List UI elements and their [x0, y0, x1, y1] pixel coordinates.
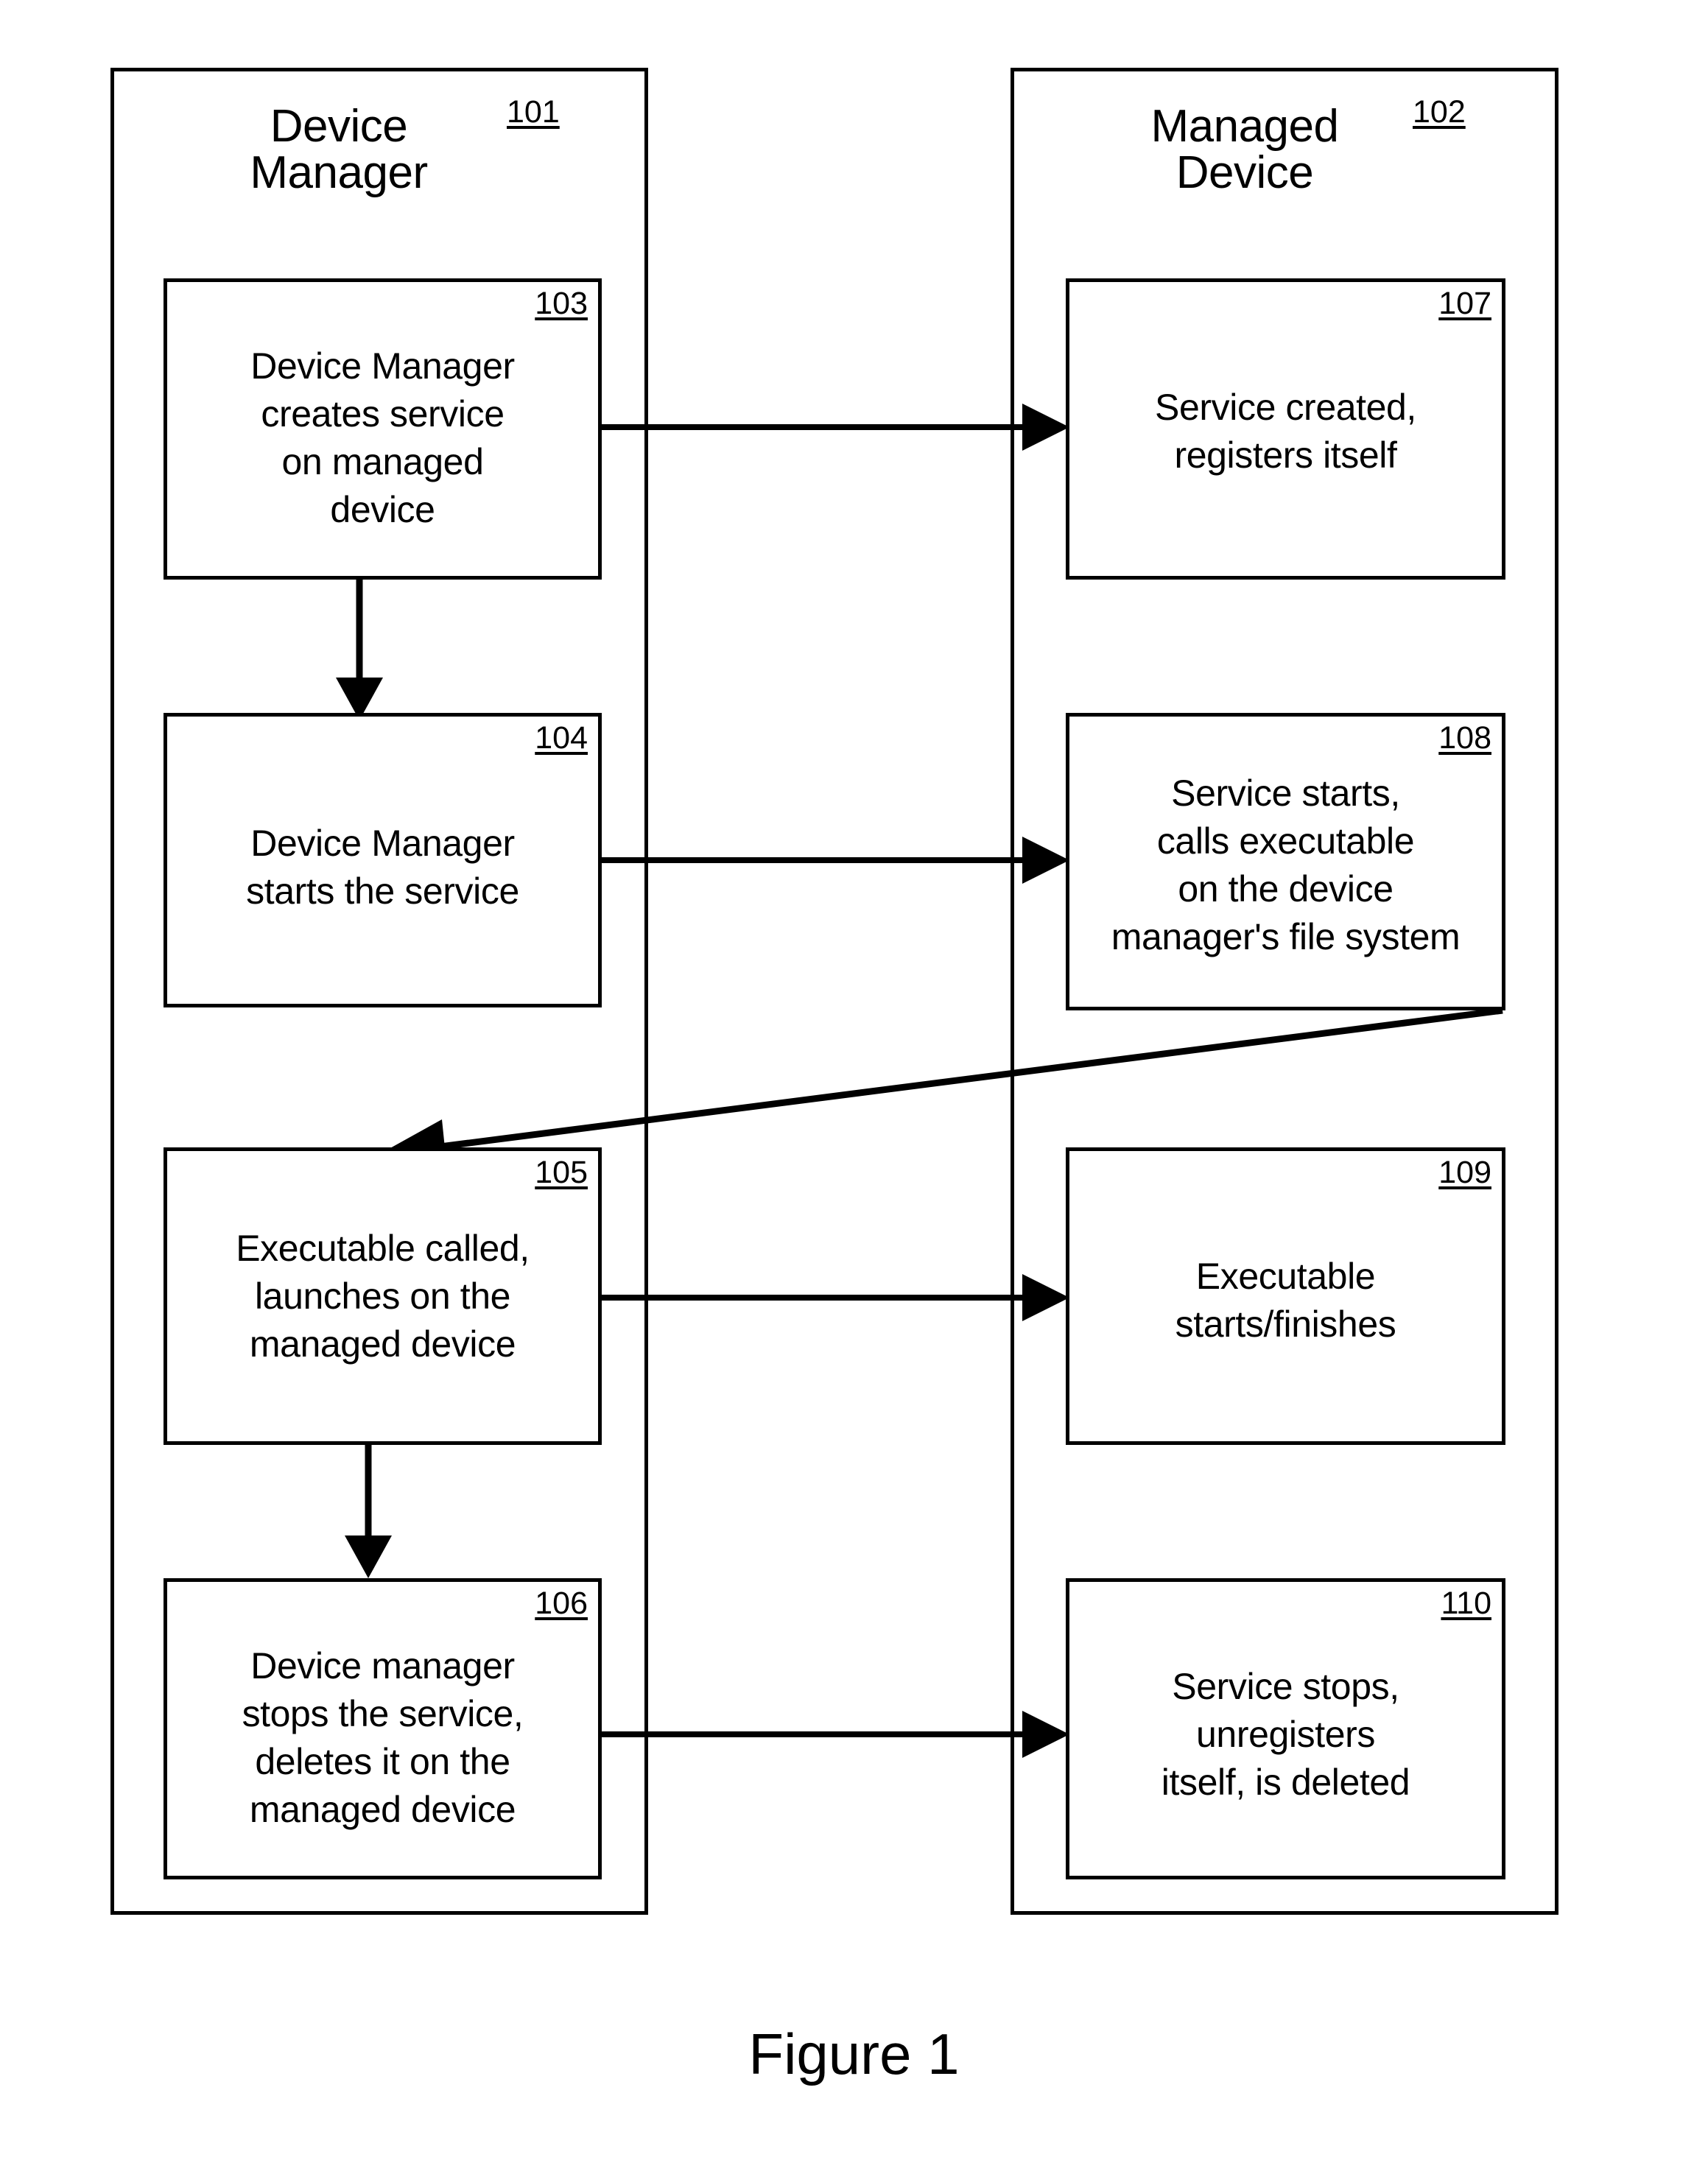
node-105: 105 Executable called, launches on the m… — [164, 1147, 602, 1445]
panel-device-manager-ref: 101 — [507, 94, 560, 130]
node-109: 109 Executable starts/finishes — [1066, 1147, 1505, 1445]
panel-managed-device-title: Managed Device — [1150, 101, 1339, 199]
node-106-label: Device manager stops the service, delete… — [242, 1645, 524, 1830]
figure-caption-line-1: Figure 1 — [748, 2021, 960, 2086]
node-106: 106 Device manager stops the service, de… — [164, 1578, 602, 1879]
node-103-ref: 103 — [535, 286, 588, 321]
node-103: 103 Device Manager creates service on ma… — [164, 278, 602, 580]
node-104-label: Device Manager starts the service — [246, 823, 519, 912]
node-107-label: Service created, registers itself — [1155, 387, 1416, 476]
panel-device-manager-title: Device Manager — [250, 101, 428, 199]
arrow-103-to-107 — [602, 404, 1069, 451]
figure-page: Device Manager 101 Managed Device 102 10… — [0, 0, 1708, 2174]
node-108: 108 Service starts, calls executable on … — [1066, 713, 1505, 1010]
node-110-label: Service stops, unregisters itself, is de… — [1161, 1666, 1410, 1803]
node-110: 110 Service stops, unregisters itself, i… — [1066, 1578, 1505, 1879]
figure-caption-line-2: (Prior Art) — [0, 2164, 1708, 2174]
node-104-ref: 104 — [535, 720, 588, 756]
node-105-label: Executable called, launches on the manag… — [236, 1228, 530, 1365]
figure-caption: Figure 1 (Prior Art) — [0, 1944, 1708, 2174]
arrow-104-to-108 — [602, 837, 1069, 884]
node-104: 104 Device Manager starts the service — [164, 713, 602, 1007]
arrow-106-to-110 — [602, 1711, 1069, 1758]
node-106-ref: 106 — [535, 1586, 588, 1621]
node-107: 107 Service created, registers itself — [1066, 278, 1505, 580]
arrow-105-to-109 — [602, 1274, 1069, 1321]
node-108-label: Service starts, calls executable on the … — [1111, 773, 1461, 957]
panel-managed-device-ref: 102 — [1413, 94, 1466, 130]
node-103-label: Device Manager creates service on manage… — [250, 345, 515, 530]
node-109-ref: 109 — [1438, 1155, 1491, 1190]
node-105-ref: 105 — [535, 1155, 588, 1190]
node-109-label: Executable starts/finishes — [1175, 1256, 1396, 1345]
node-108-ref: 108 — [1438, 720, 1491, 756]
node-107-ref: 107 — [1438, 286, 1491, 321]
node-110-ref: 110 — [1441, 1586, 1491, 1621]
